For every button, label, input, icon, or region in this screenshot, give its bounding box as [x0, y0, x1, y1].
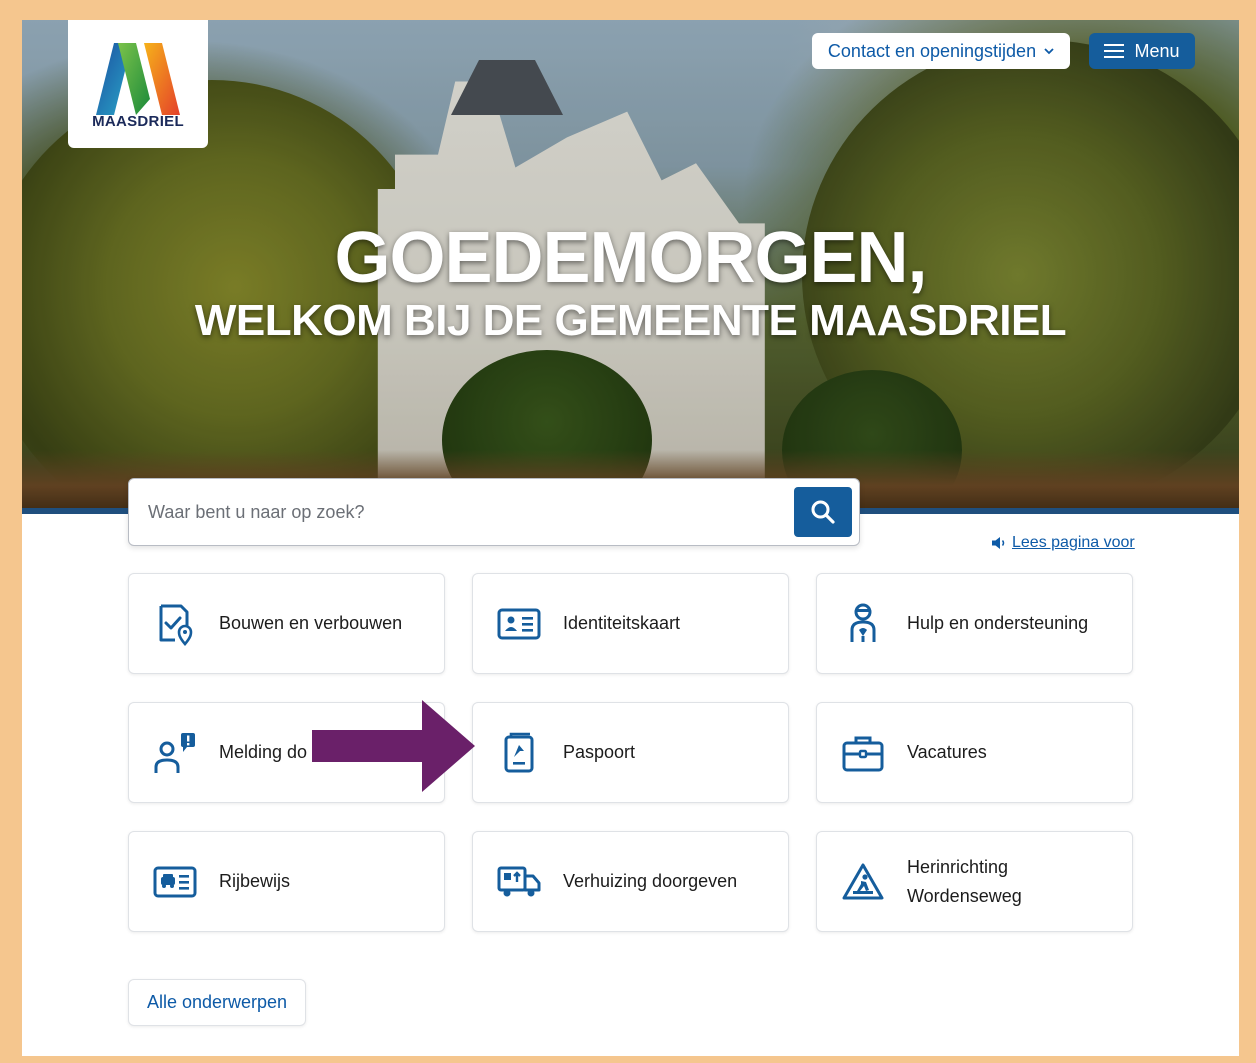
briefcase-icon — [840, 730, 886, 776]
search-icon — [811, 500, 835, 524]
report-person-icon — [152, 730, 198, 776]
topic-label: Herinrichting Wordenseweg — [907, 853, 1057, 911]
topic-label: Bouwen en verbouwen — [219, 613, 403, 633]
topic-label: Identiteitskaart — [563, 613, 681, 633]
topic-label: Paspoort — [563, 742, 636, 762]
annotation-arrow — [312, 700, 475, 792]
read-aloud-label: Lees pagina voor — [1012, 534, 1135, 551]
id-card-icon — [496, 601, 542, 647]
passport-icon — [496, 730, 542, 776]
topic-card-bouwen[interactable]: Bouwen en verbouwen — [128, 573, 445, 674]
topic-label: Melding do — [219, 742, 308, 762]
search-button[interactable] — [794, 487, 852, 537]
topic-card-rijbewijs[interactable]: Rijbewijs — [128, 831, 445, 932]
road-works-icon — [840, 859, 886, 905]
menu-button[interactable]: Menu — [1089, 33, 1195, 69]
building-permit-icon — [152, 601, 198, 647]
welcome-text: WELKOM BIJ DE GEMEENTE MAASDRIEL — [194, 296, 1067, 345]
topic-card-identiteitskaart[interactable]: Identiteitskaart — [472, 573, 789, 674]
topic-card-hulp[interactable]: Hulp en ondersteuning — [816, 573, 1133, 674]
logo[interactable]: MAASDRIEL — [68, 20, 208, 148]
topic-label-line2: Wordenseweg — [907, 885, 1022, 906]
topic-label: Rijbewijs — [219, 871, 291, 891]
search-input[interactable] — [129, 479, 794, 545]
hamburger-icon — [1104, 44, 1125, 58]
contact-dropdown-button[interactable]: Contact en openingstijden — [812, 33, 1070, 69]
topic-card-paspoort[interactable]: Paspoort — [472, 702, 789, 803]
topic-label-line1: Herinrichting — [907, 856, 1009, 877]
page: MAASDRIEL Contact en openingstijden Menu… — [22, 20, 1239, 1056]
read-aloud-link[interactable]: Lees pagina voor — [991, 534, 1135, 552]
search-bar — [128, 478, 860, 546]
logo-text: MAASDRIEL — [92, 112, 184, 130]
topic-label: Vacatures — [907, 742, 987, 762]
speaker-icon — [992, 537, 1005, 549]
topic-label: Hulp en ondersteuning — [907, 613, 1089, 633]
hero-headline: GOEDEMORGEN, WELKOM BIJ DE GEMEENTE MAAS… — [22, 220, 1239, 346]
greeting-text: GOEDEMORGEN, — [334, 218, 927, 298]
logo-mark-icon — [96, 42, 180, 115]
topic-label: Verhuizing doorgeven — [563, 871, 738, 891]
all-topics-button[interactable]: Alle onderwerpen — [128, 979, 306, 1026]
topic-card-verhuizing[interactable]: Verhuizing doorgeven — [472, 831, 789, 932]
chevron-down-icon — [1044, 48, 1054, 55]
menu-label: Menu — [1134, 40, 1180, 61]
support-person-icon — [840, 601, 886, 647]
contact-label: Contact en openingstijden — [827, 40, 1037, 61]
drivers-license-icon — [152, 859, 198, 905]
topic-card-herinrichting[interactable]: Herinrichting Wordenseweg — [816, 831, 1133, 932]
moving-truck-icon — [496, 859, 542, 905]
topic-card-vacatures[interactable]: Vacatures — [816, 702, 1133, 803]
